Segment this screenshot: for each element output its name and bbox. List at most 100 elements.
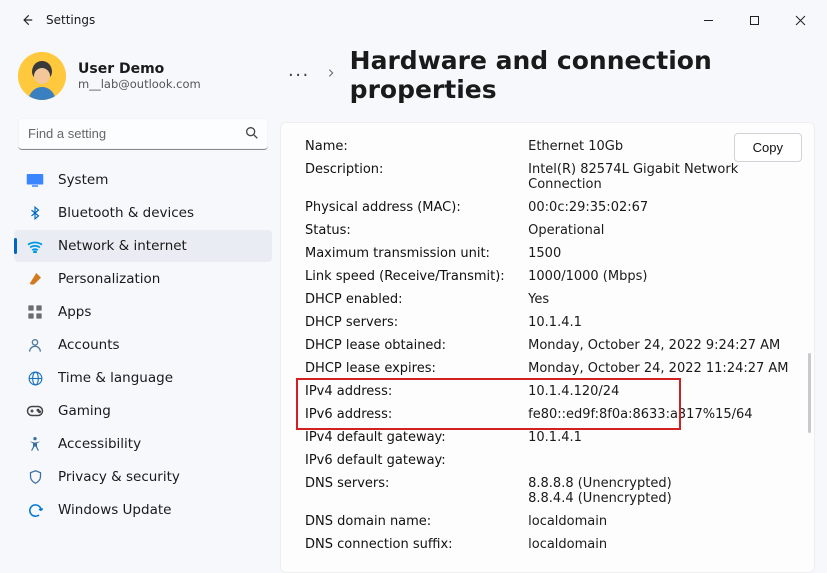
sidebar: User Demo m__lab@outlook.com System Bluet… bbox=[0, 40, 280, 573]
accounts-icon bbox=[26, 336, 44, 354]
sidebar-item-label: Accessibility bbox=[58, 436, 141, 452]
property-value: Operational bbox=[524, 219, 800, 242]
titlebar: Settings bbox=[0, 0, 827, 40]
system-icon bbox=[26, 171, 44, 189]
property-value: Monday, October 24, 2022 9:24:27 AM bbox=[524, 334, 800, 357]
sidebar-item-label: Time & language bbox=[58, 370, 173, 386]
sidebar-item-accessibility[interactable]: Accessibility bbox=[14, 428, 272, 460]
sidebar-item-accounts[interactable]: Accounts bbox=[14, 329, 272, 361]
globe-icon bbox=[26, 369, 44, 387]
user-name: User Demo bbox=[78, 61, 201, 77]
property-value: localdomain bbox=[524, 510, 800, 533]
sidebar-item-system[interactable]: System bbox=[14, 164, 272, 196]
sidebar-item-label: Network & internet bbox=[58, 238, 187, 254]
sidebar-item-bluetooth[interactable]: Bluetooth & devices bbox=[14, 197, 272, 229]
property-value: 10.1.4.1 bbox=[524, 426, 800, 449]
scrollbar-thumb[interactable] bbox=[808, 353, 811, 433]
search-icon bbox=[244, 125, 260, 141]
sidebar-item-globe[interactable]: Time & language bbox=[14, 362, 272, 394]
table-row: IPv6 default gateway: bbox=[301, 449, 800, 472]
property-value: 10.1.4.120/24 bbox=[524, 380, 800, 403]
properties-card: Copy Name:Ethernet 10GbDescription:Intel… bbox=[280, 122, 815, 573]
property-key: DHCP servers: bbox=[301, 311, 524, 334]
property-key: IPv6 default gateway: bbox=[301, 449, 524, 472]
property-value: 1500 bbox=[524, 242, 800, 265]
sidebar-item-gaming[interactable]: Gaming bbox=[14, 395, 272, 427]
property-value: Intel(R) 82574L Gigabit Network Connecti… bbox=[524, 158, 800, 196]
table-row: DNS connection suffix:localdomain bbox=[301, 533, 800, 556]
property-key: DHCP enabled: bbox=[301, 288, 524, 311]
user-section[interactable]: User Demo m__lab@outlook.com bbox=[14, 46, 272, 114]
table-row: DNS domain name:localdomain bbox=[301, 510, 800, 533]
table-row: Physical address (MAC):00:0c:29:35:02:67 bbox=[301, 196, 800, 219]
property-value: 8.8.8.8 (Unencrypted)8.8.4.4 (Unencrypte… bbox=[524, 472, 800, 510]
sidebar-item-privacy[interactable]: Privacy & security bbox=[14, 461, 272, 493]
breadcrumb: ··· Hardware and connection properties bbox=[280, 42, 827, 108]
property-key: DNS domain name: bbox=[301, 510, 524, 533]
table-row: Description:Intel(R) 82574L Gigabit Netw… bbox=[301, 158, 800, 196]
table-row: IPv4 address:10.1.4.120/24 bbox=[301, 380, 800, 403]
sidebar-item-label: Bluetooth & devices bbox=[58, 205, 194, 221]
property-value: fe80::ed9f:8f0a:8633:a317%15/64 bbox=[524, 403, 800, 426]
table-row: IPv6 address:fe80::ed9f:8f0a:8633:a317%1… bbox=[301, 403, 800, 426]
brush-icon bbox=[26, 270, 44, 288]
property-key: IPv4 address: bbox=[301, 380, 524, 403]
apps-icon bbox=[26, 303, 44, 321]
table-row: DHCP enabled:Yes bbox=[301, 288, 800, 311]
table-row: IPv4 default gateway:10.1.4.1 bbox=[301, 426, 800, 449]
sidebar-item-update[interactable]: Windows Update bbox=[14, 494, 272, 526]
property-value: Yes bbox=[524, 288, 800, 311]
property-value: 00:0c:29:35:02:67 bbox=[524, 196, 800, 219]
property-value: localdomain bbox=[524, 533, 800, 556]
property-value bbox=[524, 449, 800, 472]
property-key: Name: bbox=[301, 135, 524, 158]
breadcrumb-more-button[interactable]: ··· bbox=[288, 65, 310, 86]
property-value: 10.1.4.1 bbox=[524, 311, 800, 334]
properties-table: Name:Ethernet 10GbDescription:Intel(R) 8… bbox=[301, 135, 800, 556]
property-key: Description: bbox=[301, 158, 524, 196]
property-key: DHCP lease obtained: bbox=[301, 334, 524, 357]
property-key: Physical address (MAC): bbox=[301, 196, 524, 219]
sidebar-item-network[interactable]: Network & internet bbox=[14, 230, 272, 262]
property-key: IPv4 default gateway: bbox=[301, 426, 524, 449]
table-row: Maximum transmission unit:1500 bbox=[301, 242, 800, 265]
property-value: 1000/1000 (Mbps) bbox=[524, 265, 800, 288]
property-key: DNS servers: bbox=[301, 472, 524, 510]
property-key: Link speed (Receive/Transmit): bbox=[301, 265, 524, 288]
sidebar-item-label: Accounts bbox=[58, 337, 120, 353]
property-key: DHCP lease expires: bbox=[301, 357, 524, 380]
accessibility-icon bbox=[26, 435, 44, 453]
sidebar-item-label: Windows Update bbox=[58, 502, 171, 518]
avatar bbox=[18, 52, 66, 100]
table-row: Link speed (Receive/Transmit):1000/1000 … bbox=[301, 265, 800, 288]
window-title: Settings bbox=[46, 13, 95, 27]
property-key: Status: bbox=[301, 219, 524, 242]
sidebar-item-label: Apps bbox=[58, 304, 91, 320]
table-row: Name:Ethernet 10Gb bbox=[301, 135, 800, 158]
copy-button[interactable]: Copy bbox=[734, 133, 802, 162]
update-icon bbox=[26, 501, 44, 519]
network-icon bbox=[26, 237, 44, 255]
minimize-button[interactable] bbox=[685, 4, 731, 36]
main: ··· Hardware and connection properties C… bbox=[280, 40, 827, 573]
sidebar-item-apps[interactable]: Apps bbox=[14, 296, 272, 328]
sidebar-item-label: Privacy & security bbox=[58, 469, 180, 485]
table-row: DHCP lease obtained:Monday, October 24, … bbox=[301, 334, 800, 357]
gaming-icon bbox=[26, 402, 44, 420]
chevron-right-icon bbox=[326, 66, 336, 84]
privacy-icon bbox=[26, 468, 44, 486]
table-row: Status:Operational bbox=[301, 219, 800, 242]
user-email: m__lab@outlook.com bbox=[78, 77, 201, 91]
table-row: DHCP lease expires:Monday, October 24, 2… bbox=[301, 357, 800, 380]
maximize-button[interactable] bbox=[731, 4, 777, 36]
sidebar-item-label: Personalization bbox=[58, 271, 160, 287]
property-key: IPv6 address: bbox=[301, 403, 524, 426]
table-row: DHCP servers:10.1.4.1 bbox=[301, 311, 800, 334]
nav-list: System Bluetooth & devices Network & inter… bbox=[14, 164, 272, 526]
close-button[interactable] bbox=[777, 4, 823, 36]
sidebar-item-brush[interactable]: Personalization bbox=[14, 263, 272, 295]
sidebar-item-label: Gaming bbox=[58, 403, 111, 419]
property-key: DNS connection suffix: bbox=[301, 533, 524, 556]
search-input[interactable] bbox=[18, 118, 268, 150]
back-button[interactable] bbox=[18, 11, 36, 29]
